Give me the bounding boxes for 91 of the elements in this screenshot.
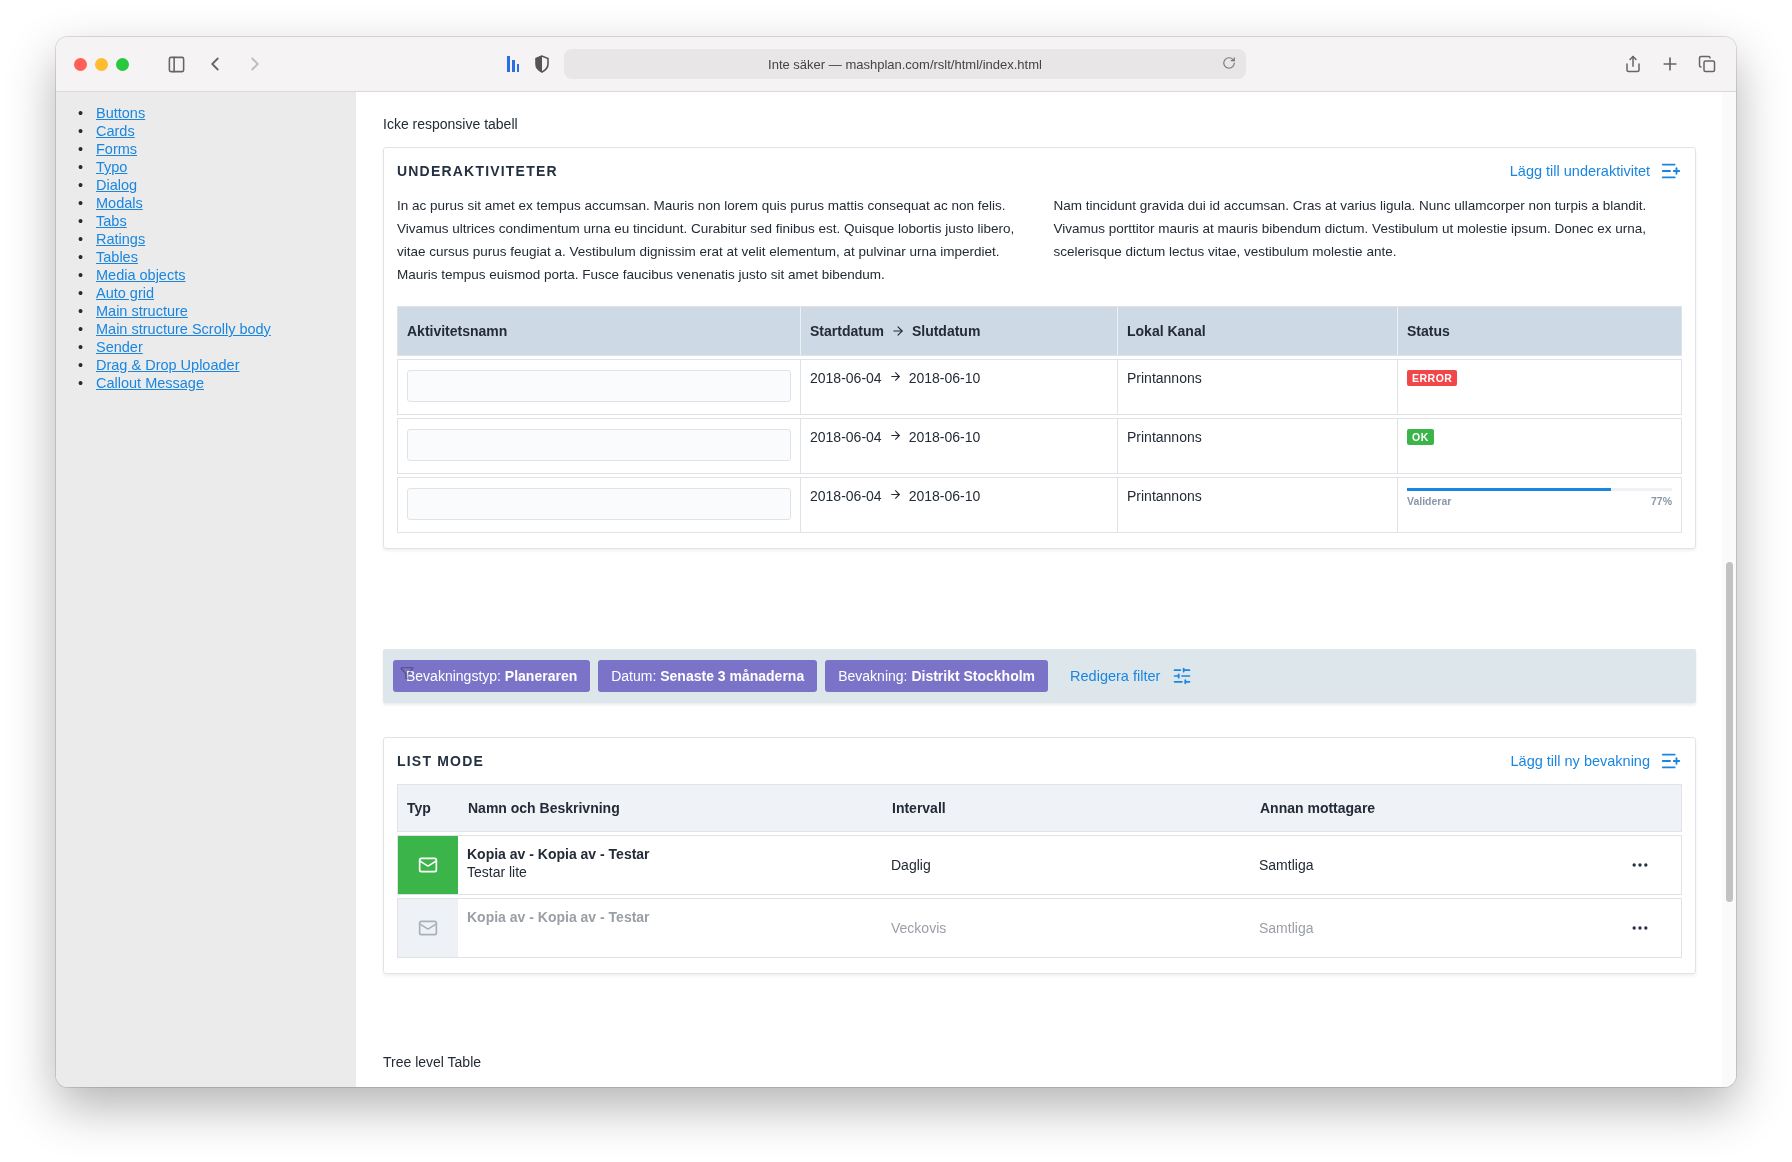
arrow-icon — [888, 429, 902, 442]
sidebar-link[interactable]: Tabs — [96, 212, 127, 230]
start-date: 2018-06-04 — [810, 488, 882, 504]
column-header: Namn och Beskrivning — [467, 799, 621, 818]
envelope-icon — [418, 855, 438, 875]
end-date: 2018-06-10 — [908, 370, 981, 386]
card-title: LIST MODE — [397, 753, 485, 769]
watch-description: Testar lite — [467, 864, 528, 880]
end-date: 2018-06-10 — [908, 429, 981, 445]
channel-cell: Printannons — [1117, 360, 1397, 414]
sidebar-link[interactable]: Main structure — [96, 302, 188, 320]
bullet: • — [78, 302, 85, 320]
bullet: • — [78, 212, 85, 230]
sidebar-link[interactable]: Sender — [96, 338, 143, 356]
arrow-icon — [888, 370, 902, 383]
activity-name-input[interactable] — [407, 370, 791, 402]
column-header: Aktivitetsnamn — [406, 322, 509, 341]
recipient-cell-text: Samtliga — [1258, 919, 1315, 938]
zoom-button[interactable] — [116, 57, 129, 71]
channel-cell: Printannons — [1117, 478, 1397, 532]
bullet: • — [78, 338, 85, 356]
close-button[interactable] — [74, 57, 87, 71]
activity-name-input[interactable] — [407, 429, 791, 461]
bullet: • — [78, 284, 85, 302]
end-date: 2018-06-10 — [908, 488, 981, 504]
section-heading: Icke responsive tabell — [383, 116, 519, 132]
site-logo-icon — [506, 55, 520, 73]
sidebar-link[interactable]: Drag & Drop Uploader — [96, 356, 240, 374]
sidebar-link[interactable]: Ratings — [96, 230, 146, 248]
column-header: Intervall — [891, 799, 947, 818]
bullet: • — [78, 158, 85, 176]
add-link[interactable]: Lägg till underaktivitet — [1509, 160, 1682, 182]
status-badge: OK — [1407, 429, 1434, 445]
sidebar-link[interactable]: Main structure Scrolly body — [96, 320, 271, 338]
interval-cell-text: Daglig — [890, 856, 932, 875]
bullet: • — [78, 122, 85, 140]
column-header: Startdatum — [810, 323, 884, 339]
bullet: • — [78, 194, 85, 212]
watch-name: Kopia av - Kopia av - Testar — [467, 909, 650, 925]
watch-name: Kopia av - Kopia av - Testar — [467, 846, 650, 862]
bullet: • — [78, 374, 85, 392]
bullet: • — [78, 176, 85, 194]
recipient-cell-text: Samtliga — [1258, 856, 1315, 875]
activity-name-input[interactable] — [407, 488, 791, 520]
filter-chip[interactable]: Bevakningstyp: Planeraren — [393, 660, 591, 692]
address-bar[interactable]: Inte säker — mashplan.com/rslt/html/index.html — [564, 49, 1246, 79]
tabs-overview-icon[interactable] — [1696, 53, 1718, 75]
arrow-icon — [890, 324, 905, 338]
paragraph: Nam tincidunt gravida dui id accumsan. Cras at varius ligula. Nunc ullamcorper non turpis a blandit. Vivamus porttitor mauris at mauris bibendum dictum. Vestibulum ut molestie ipsum. Donec ex urna, scelerisque dictum lectus vitae, vestibulum molestie ante. — [1053, 197, 1648, 261]
bullet: • — [78, 248, 85, 266]
sidebar-link[interactable]: Buttons — [96, 104, 146, 122]
sliders-icon — [1172, 666, 1193, 686]
scrollbar-thumb[interactable] — [1726, 562, 1733, 902]
section-heading: Tree level Table — [383, 1054, 483, 1070]
sidebar-link[interactable]: Typo — [96, 158, 128, 176]
status-badge: ERROR — [1407, 370, 1458, 386]
column-header: Typ — [406, 799, 432, 818]
edit-filter-link[interactable]: Redigera filter — [1070, 666, 1193, 686]
bullet: • — [78, 230, 85, 248]
bullet: • — [78, 320, 85, 338]
envelope-icon — [418, 918, 438, 938]
paragraph: In ac purus sit amet ex tempus accumsan. Mauris non lorem quis purus mattis consequat ac non felis. Vivamus ultrices condimentum urna eu tincidunt. Curabitur sed finibus est. Quisque lobortis justo libero, vitae cursus purus feugiat a. Vestibulum dignissim erat at velit elementum, at pulvinar urna imperdiet. Mauris tempus euismod porta. Fusce faucibus venenatis justo sit amet bibendum. — [397, 197, 1016, 284]
sidebar-link[interactable]: Modals — [96, 194, 143, 212]
column-header: Annan mottagare — [1259, 799, 1377, 818]
filter-chip[interactable]: Datum: Senaste 3 månaderna — [598, 660, 818, 692]
sidebar-link[interactable]: Forms — [96, 140, 138, 158]
sidebar-link[interactable]: Tables — [96, 248, 138, 266]
reload-icon[interactable] — [1222, 56, 1236, 70]
column-header: Slutdatum — [911, 323, 981, 339]
progress-label: Validerar — [1407, 495, 1452, 507]
filter-chip[interactable]: Bevakning: Distrikt Stockholm — [825, 660, 1049, 692]
sidebar-link[interactable]: Auto grid — [96, 284, 155, 302]
start-date: 2018-06-04 — [810, 370, 882, 386]
start-date: 2018-06-04 — [810, 429, 882, 445]
sidebar-link[interactable]: Cards — [96, 122, 135, 140]
sidebar-link[interactable]: Callout Message — [96, 374, 204, 392]
channel-cell: Printannons — [1117, 419, 1397, 473]
bullet: • — [78, 266, 85, 284]
shield-icon[interactable] — [534, 55, 550, 73]
bullet: • — [78, 104, 85, 122]
interval-cell-text: Veckovis — [890, 919, 948, 938]
column-header: Lokal Kanal — [1117, 307, 1397, 355]
add-link[interactable]: Lägg till ny bevakning — [1510, 750, 1682, 772]
sidebar-link[interactable]: Media objects — [96, 266, 186, 284]
sidebar-link[interactable]: Dialog — [96, 176, 138, 194]
progress-reading: 77% — [1651, 495, 1672, 507]
column-header: Status — [1397, 307, 1681, 355]
bullet: • — [78, 356, 85, 374]
card-title: UNDERAKTIVITETER — [397, 163, 558, 179]
arrow-icon — [888, 488, 902, 501]
bullet: • — [78, 140, 85, 158]
